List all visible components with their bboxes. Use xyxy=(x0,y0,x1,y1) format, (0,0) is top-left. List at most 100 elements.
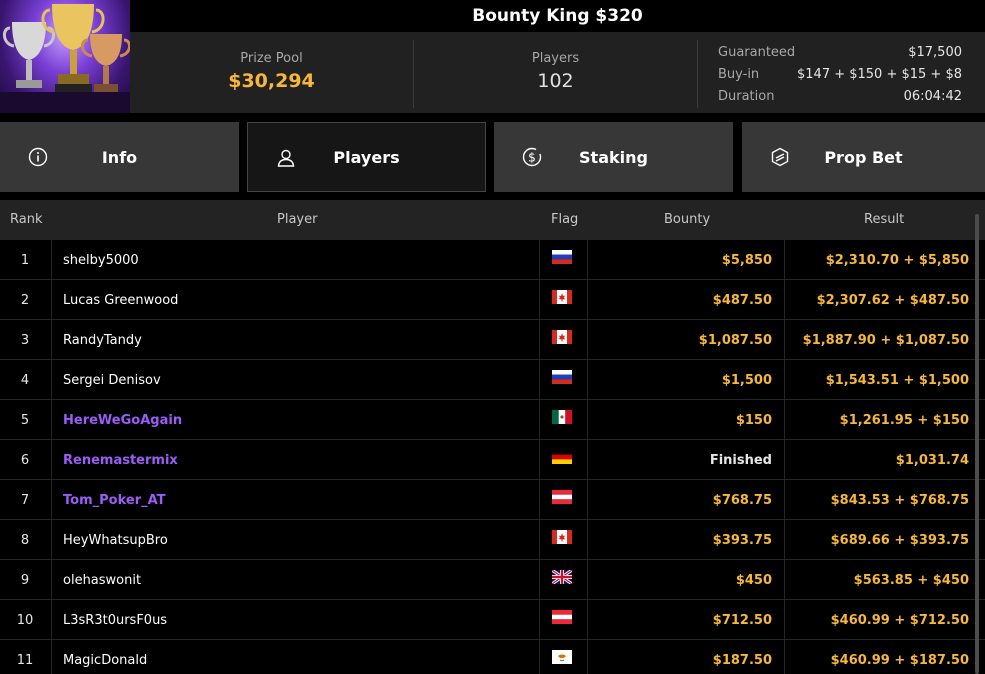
svg-text:$: $ xyxy=(528,150,536,164)
bounty-cell: $768.75 xyxy=(712,493,772,508)
tournament-stats: Prize Pool $30,294 Players 102 Guarantee… xyxy=(130,32,985,113)
players-value: 102 xyxy=(537,70,574,92)
player-name[interactable]: shelby5000 xyxy=(63,253,139,268)
tournament-details: Guaranteed $17,500 Buy-in $147 + $150 + … xyxy=(718,42,962,108)
prize-pool-label: Prize Pool xyxy=(240,51,303,66)
player-name[interactable]: HeyWhatsupBro xyxy=(63,533,168,548)
country-flag-icon xyxy=(552,290,572,304)
tournament-title: Bounty King $320 xyxy=(130,0,985,32)
player-name[interactable]: Lucas Greenwood xyxy=(63,293,178,308)
result-cell: $843.53 + $768.75 xyxy=(830,493,969,508)
tournament-thumbnail xyxy=(0,0,130,113)
tab-staking[interactable]: $ Staking xyxy=(494,122,733,192)
user-icon xyxy=(277,149,295,167)
result-cell: $2,310.70 + $5,850 xyxy=(825,253,969,268)
dollar-coin-icon: $ xyxy=(522,147,542,167)
country-flag-icon xyxy=(552,610,572,624)
table-row[interactable]: 9 olehaswonit $450 $563.85 + $450 xyxy=(0,560,985,600)
trophies-image xyxy=(0,4,130,113)
detail-value: $17,500 xyxy=(908,45,962,60)
rank-cell: 7 xyxy=(20,493,30,508)
bounty-cell: $1,087.50 xyxy=(698,333,772,348)
bounty-cell: $150 xyxy=(735,413,772,428)
rank-cell: 1 xyxy=(20,253,30,268)
table-row[interactable]: 3 RandyTandy $1,087.50 $1,887.90 + $1,087.5… xyxy=(0,320,985,360)
country-flag-icon xyxy=(552,450,572,464)
detail-label: Duration xyxy=(718,89,775,104)
bounty-cell: $450 xyxy=(735,573,772,588)
player-name[interactable]: HereWeGoAgain xyxy=(63,413,182,428)
table-row[interactable]: 11 MagicDonald $187.50 $460.99 + $187.50 xyxy=(0,640,985,674)
bounty-cell: $393.75 xyxy=(712,533,772,548)
result-cell: $460.99 + $187.50 xyxy=(830,653,969,668)
result-cell: $460.99 + $712.50 xyxy=(830,613,969,628)
prop-bet-icon xyxy=(771,147,789,167)
rank-cell: 5 xyxy=(20,413,30,428)
column-header-player[interactable]: Player xyxy=(277,212,317,227)
country-flag-icon xyxy=(552,330,572,344)
player-name[interactable]: Renemastermix xyxy=(63,453,178,468)
table-row[interactable]: 5 HereWeGoAgain $150 $1,261.95 + $150 xyxy=(0,400,985,440)
players-table-header: Rank Player Flag Bounty Result xyxy=(0,200,985,240)
player-name[interactable]: RandyTandy xyxy=(63,333,142,348)
country-flag-icon xyxy=(552,530,572,544)
bounty-cell: $187.50 xyxy=(712,653,772,668)
bounty-cell: $5,850 xyxy=(721,253,772,268)
country-flag-icon xyxy=(552,490,572,504)
table-row[interactable]: 10 L3sR3t0ursF0us $712.50 $460.99 + $712.50 xyxy=(0,600,985,640)
country-flag-icon xyxy=(552,410,572,424)
result-cell: $2,307.62 + $487.50 xyxy=(816,293,969,308)
detail-value: 06:04:42 xyxy=(903,89,962,104)
players-label: Players xyxy=(531,51,580,66)
result-cell: $1,543.51 + $1,500 xyxy=(825,373,969,388)
prize-pool-value: $30,294 xyxy=(228,70,315,92)
result-cell: $563.85 + $450 xyxy=(853,573,969,588)
country-flag-icon xyxy=(552,650,572,664)
rank-cell: 9 xyxy=(20,573,30,588)
players-stat: Players 102 xyxy=(414,32,697,113)
detail-value: $147 + $150 + $15 + $8 xyxy=(797,67,962,82)
rank-cell: 2 xyxy=(20,293,30,308)
player-name[interactable]: L3sR3t0ursF0us xyxy=(63,613,167,628)
player-name[interactable]: olehaswonit xyxy=(63,573,141,588)
table-row[interactable]: 2 Lucas Greenwood $487.50 $2,307.62 + $487.… xyxy=(0,280,985,320)
bounty-cell: Finished xyxy=(709,453,772,468)
tab-info[interactable]: Info xyxy=(0,122,239,192)
country-flag-icon xyxy=(552,370,572,384)
player-name[interactable]: MagicDonald xyxy=(63,653,147,668)
column-header-flag[interactable]: Flag xyxy=(551,212,578,227)
rank-cell: 3 xyxy=(20,333,30,348)
table-row[interactable]: 1 shelby5000 $5,850 $2,310.70 + $5,850 xyxy=(0,240,985,280)
rank-cell: 8 xyxy=(20,533,30,548)
prize-pool-stat: Prize Pool $30,294 xyxy=(130,32,413,113)
player-name[interactable]: Sergei Denisov xyxy=(63,373,161,388)
detail-duration: Duration 06:04:42 xyxy=(718,86,962,108)
table-row[interactable]: 4 Sergei Denisov $1,500 $1,543.51 + $1,500 xyxy=(0,360,985,400)
country-flag-icon xyxy=(552,570,572,584)
detail-guaranteed: Guaranteed $17,500 xyxy=(718,42,962,64)
rank-cell: 10 xyxy=(16,613,34,628)
result-cell: $1,031.74 xyxy=(895,453,969,468)
bounty-cell: $1,500 xyxy=(721,373,772,388)
table-scrollbar[interactable] xyxy=(975,214,979,674)
players-table-body: 1 shelby5000 $5,850 $2,310.70 + $5,850 2 Luca… xyxy=(0,240,985,674)
tab-players[interactable]: Players xyxy=(247,122,486,192)
column-header-bounty[interactable]: Bounty xyxy=(664,212,710,227)
tab-prop-bet[interactable]: Prop Bet xyxy=(742,122,985,192)
table-row[interactable]: 7 Tom_Poker_AT $768.75 $843.53 + $768.75 xyxy=(0,480,985,520)
divider xyxy=(697,40,698,108)
table-row[interactable]: 8 HeyWhatsupBro $393.75 $689.66 + $393.75 xyxy=(0,520,985,560)
result-cell: $1,887.90 + $1,087.50 xyxy=(802,333,969,348)
column-header-result[interactable]: Result xyxy=(864,212,904,227)
detail-label: Buy-in xyxy=(718,67,760,82)
detail-label: Guaranteed xyxy=(718,45,796,60)
table-row[interactable]: 6 Renemastermix Finished $1,031.74 xyxy=(0,440,985,480)
rank-cell: 11 xyxy=(16,653,34,668)
player-name[interactable]: Tom_Poker_AT xyxy=(63,493,166,508)
column-header-rank[interactable]: Rank xyxy=(10,212,42,227)
detail-buy-in: Buy-in $147 + $150 + $15 + $8 xyxy=(718,64,962,86)
bounty-cell: $487.50 xyxy=(712,293,772,308)
info-icon xyxy=(28,147,48,167)
result-cell: $689.66 + $393.75 xyxy=(830,533,969,548)
rank-cell: 4 xyxy=(20,373,30,388)
